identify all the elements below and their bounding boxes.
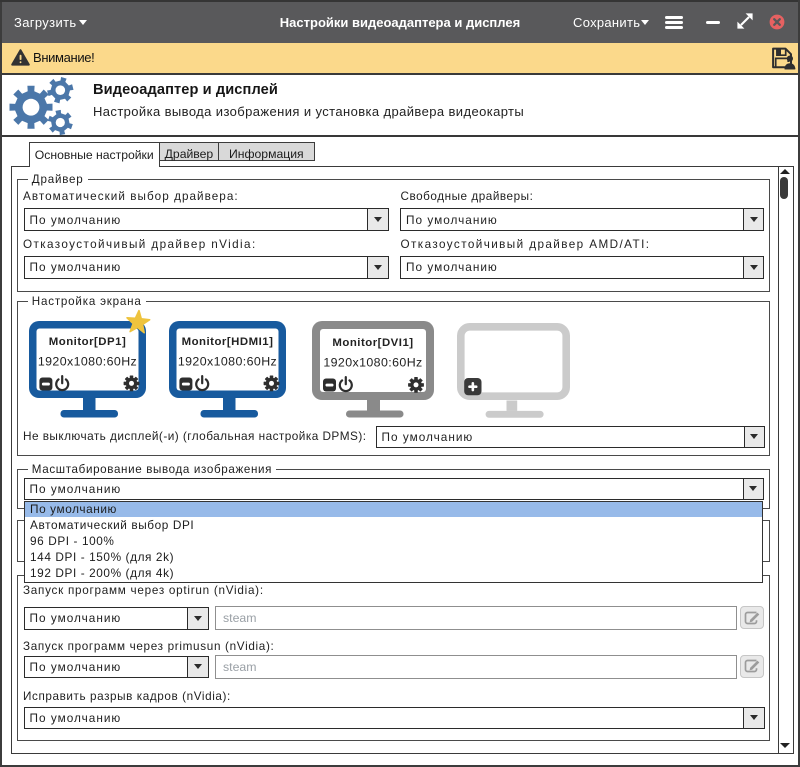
svg-text:1920x1080:60Hz: 1920x1080:60Hz	[323, 356, 422, 370]
svg-text:1920x1080:60Hz: 1920x1080:60Hz	[37, 355, 136, 369]
svg-text:1920x1080:60Hz: 1920x1080:60Hz	[177, 355, 276, 369]
svg-text:Monitor[HDMI1]: Monitor[HDMI1]	[181, 336, 273, 348]
svg-text:Monitor[DP1]: Monitor[DP1]	[48, 336, 126, 348]
svg-text:Monitor[DVI1]: Monitor[DVI1]	[332, 337, 413, 349]
